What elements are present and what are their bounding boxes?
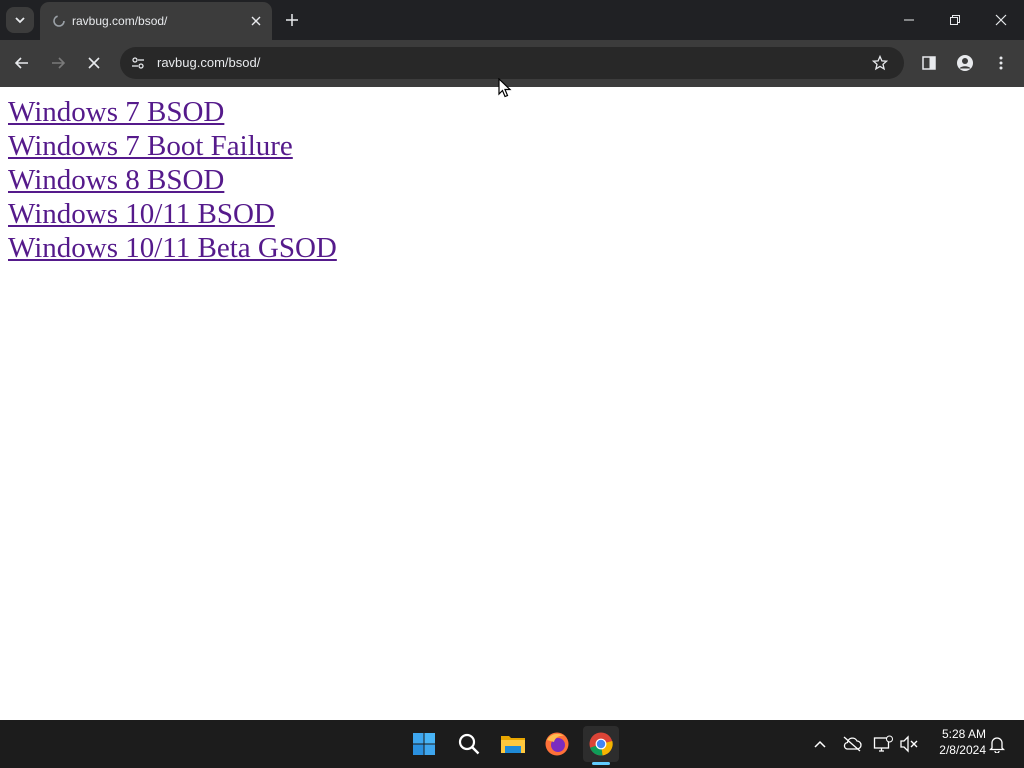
clock-date: 2/8/2024 (939, 743, 986, 757)
site-info-button[interactable] (126, 51, 150, 75)
profile-button[interactable] (950, 48, 980, 78)
active-tab[interactable]: ravbug.com/bsod/ (40, 2, 272, 40)
mouse-cursor-icon (498, 78, 512, 98)
minimize-icon (904, 19, 914, 21)
link-windows-10-11-beta-gsod[interactable]: Windows 10/11 Beta GSOD (8, 231, 337, 265)
network-button[interactable] (871, 732, 895, 756)
search-button[interactable] (451, 726, 487, 762)
chrome-icon (589, 732, 613, 756)
forward-button[interactable] (43, 48, 73, 78)
show-hidden-icons-button[interactable] (808, 732, 832, 756)
link-windows-10-11-bsod[interactable]: Windows 10/11 BSOD (8, 197, 337, 231)
taskbar-clock[interactable]: 5:28 AM 2/8/2024 (926, 726, 986, 758)
profile-icon (957, 55, 973, 71)
plus-icon (286, 14, 298, 26)
side-panel-icon (922, 56, 936, 70)
more-vertical-icon (999, 56, 1003, 70)
active-app-indicator (592, 762, 610, 765)
search-icon (458, 733, 480, 755)
volume-muted-icon (900, 735, 918, 753)
chrome-button[interactable] (583, 726, 619, 762)
bell-icon (989, 737, 1005, 753)
taskbar: 5:28 AM 2/8/2024 (0, 720, 1024, 768)
browser-toolbar: ravbug.com/bsod/ (0, 40, 1024, 87)
url-text[interactable]: ravbug.com/bsod/ (157, 55, 260, 70)
firefox-button[interactable] (539, 726, 575, 762)
loading-spinner-icon (52, 14, 66, 28)
tab-close-icon[interactable] (248, 13, 264, 29)
onedrive-button[interactable] (840, 732, 864, 756)
tune-icon (132, 57, 144, 69)
close-window-button[interactable] (978, 0, 1024, 40)
arrow-right-icon (52, 57, 66, 69)
link-windows-8-bsod[interactable]: Windows 8 BSOD (8, 163, 337, 197)
arrow-left-icon (14, 57, 28, 69)
bookmark-button[interactable] (868, 51, 892, 75)
network-icon (873, 735, 893, 752)
file-explorer-icon (501, 736, 525, 753)
firefox-icon (545, 732, 569, 756)
volume-button[interactable] (897, 732, 921, 756)
restore-button[interactable] (932, 0, 978, 40)
clock-time: 5:28 AM (941, 727, 986, 741)
side-panel-button[interactable] (914, 48, 944, 78)
star-icon (872, 55, 888, 71)
tab-title: ravbug.com/bsod/ (72, 14, 168, 28)
notifications-button[interactable] (985, 732, 1009, 756)
restore-icon (950, 15, 960, 25)
start-button[interactable] (406, 726, 442, 762)
link-windows-7-bsod[interactable]: Windows 7 BSOD (8, 95, 337, 129)
back-button[interactable] (7, 48, 37, 78)
tab-search-button[interactable] (6, 7, 34, 33)
stop-loading-button[interactable] (79, 48, 109, 78)
tab-strip: ravbug.com/bsod/ (0, 0, 1024, 40)
chevron-down-icon (15, 17, 25, 24)
minimize-button[interactable] (886, 0, 932, 40)
windows-start-icon (413, 733, 435, 755)
menu-button[interactable] (986, 48, 1016, 78)
link-windows-7-boot-failure[interactable]: Windows 7 Boot Failure (8, 129, 337, 163)
file-explorer-button[interactable] (495, 726, 531, 762)
close-icon (995, 14, 1007, 26)
new-tab-button[interactable] (280, 8, 304, 32)
chevron-up-icon (814, 740, 826, 748)
link-list: Windows 7 BSOD Windows 7 Boot Failure Wi… (8, 95, 337, 265)
cloud-offline-icon (843, 736, 862, 752)
page-content: Windows 7 BSOD Windows 7 Boot Failure Wi… (0, 87, 1024, 720)
address-bar[interactable]: ravbug.com/bsod/ (120, 47, 904, 79)
close-icon (88, 57, 100, 69)
